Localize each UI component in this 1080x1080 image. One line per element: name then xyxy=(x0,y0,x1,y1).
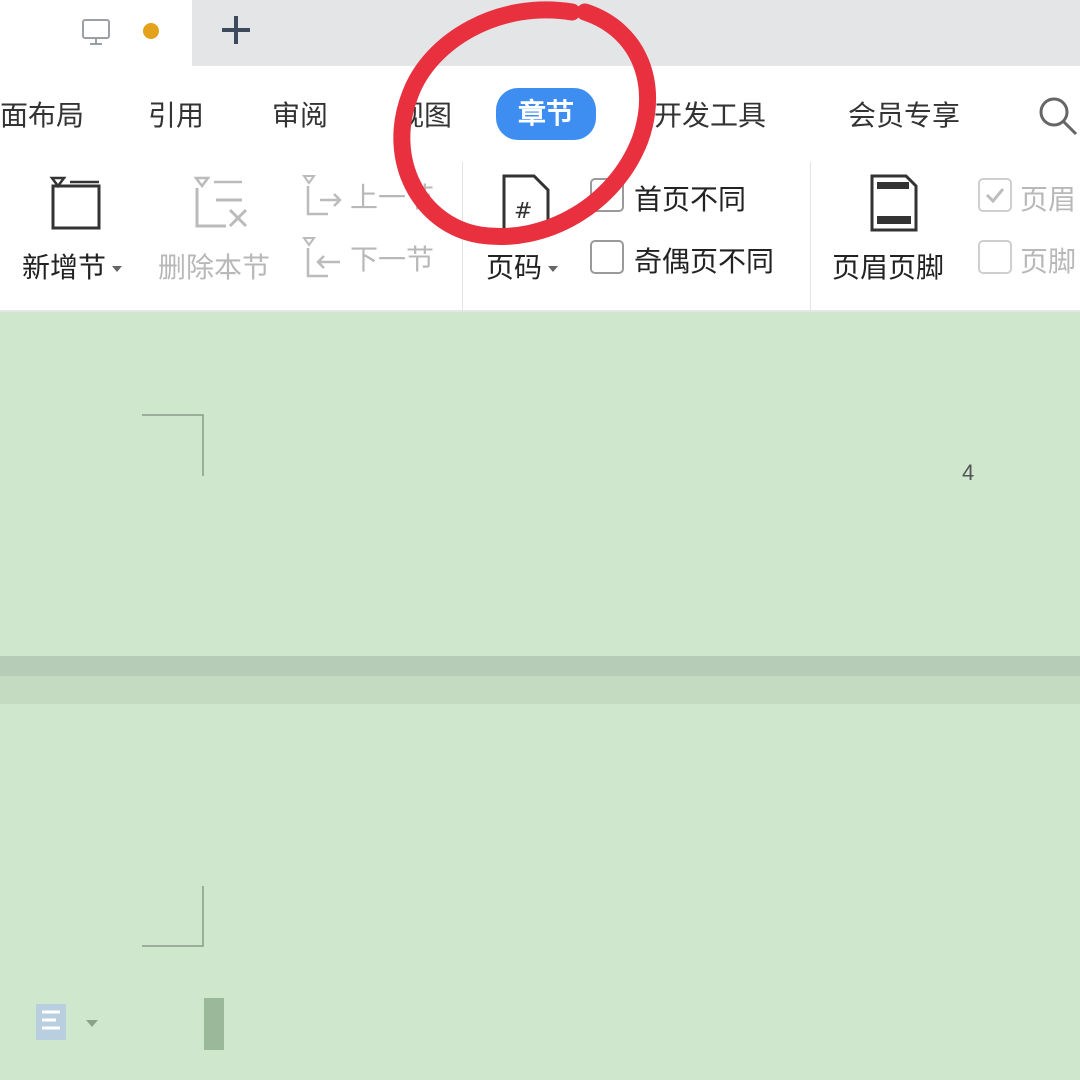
monitor-icon xyxy=(82,19,110,45)
delete-section-icon xyxy=(193,176,248,228)
divider xyxy=(462,162,463,312)
ribbon-tabs: 面布局 引用 审阅 视图 章节 开发工具 会员专享 xyxy=(0,66,1080,162)
first-page-different-checkbox[interactable] xyxy=(590,178,624,212)
unsaved-indicator-dot xyxy=(143,23,159,39)
tab-view[interactable]: 视图 xyxy=(396,96,452,136)
first-page-different-option[interactable]: 首页不同 xyxy=(590,176,790,220)
paragraph-layout-icon[interactable] xyxy=(34,1002,70,1042)
svg-text:#: # xyxy=(514,199,532,224)
search-icon[interactable] xyxy=(1036,94,1080,138)
tab-member[interactable]: 会员专享 xyxy=(848,96,960,136)
chevron-down-icon xyxy=(548,266,559,272)
tab-review[interactable]: 审阅 xyxy=(272,96,328,136)
chevron-down-icon[interactable] xyxy=(86,1020,98,1027)
next-section-button[interactable]: 下一节 xyxy=(300,234,450,290)
page-number-button[interactable]: # 页码 xyxy=(482,162,578,312)
header-footer-icon xyxy=(870,174,918,232)
divider xyxy=(810,162,811,312)
new-section-button[interactable]: 新增节 xyxy=(20,162,140,312)
new-section-label: 新增节 xyxy=(22,251,107,284)
tab-developer[interactable]: 开发工具 xyxy=(654,96,766,136)
footer-option[interactable]: 页脚 xyxy=(978,238,1080,282)
tab-references[interactable]: 引用 xyxy=(148,96,204,136)
header-option[interactable]: 页眉 xyxy=(978,176,1080,220)
text-cursor xyxy=(204,998,224,1050)
next-section-label: 下一节 xyxy=(350,243,435,276)
delete-section-label: 删除本节 xyxy=(158,251,271,284)
odd-even-different-label: 奇偶页不同 xyxy=(634,245,775,278)
prev-section-button[interactable]: 上一节 xyxy=(300,172,450,228)
check-icon xyxy=(985,188,1005,204)
ribbon-toolbar: 新增节 删除本节 上一节 下一节 # 页码 首页不同 奇偶页不同 页眉页脚 页眉… xyxy=(0,162,1080,312)
footer-label: 页脚 xyxy=(1020,245,1077,278)
first-page-different-label: 首页不同 xyxy=(634,183,747,216)
tab-page-layout[interactable]: 面布局 xyxy=(0,96,84,136)
header-footer-label: 页眉页脚 xyxy=(832,251,945,284)
header-label: 页眉 xyxy=(1020,183,1077,216)
page-separator-shadow xyxy=(0,676,1080,704)
page-number-text: 4 xyxy=(962,460,975,485)
page-number-icon: # xyxy=(502,174,550,232)
footer-checkbox[interactable] xyxy=(978,240,1012,274)
document-canvas[interactable]: 4 xyxy=(0,312,1080,1080)
odd-even-different-option[interactable]: 奇偶页不同 xyxy=(590,238,800,282)
page-number-label: 页码 xyxy=(486,251,543,284)
document-tab[interactable] xyxy=(0,0,192,66)
prev-section-label: 上一节 xyxy=(350,181,435,214)
next-section-icon xyxy=(302,237,340,278)
window-tab-bar xyxy=(0,0,1080,66)
tab-section[interactable]: 章节 xyxy=(496,88,597,140)
header-checkbox[interactable] xyxy=(978,178,1012,212)
new-section-icon xyxy=(49,176,101,230)
odd-even-different-checkbox[interactable] xyxy=(590,240,624,274)
prev-section-icon xyxy=(302,175,342,216)
plus-icon[interactable] xyxy=(216,10,256,50)
delete-section-button[interactable]: 删除本节 xyxy=(158,162,288,312)
header-footer-button[interactable]: 页眉页脚 xyxy=(828,162,962,312)
page-corner-mark-bottom xyxy=(142,886,204,947)
page-corner-mark-top xyxy=(142,414,204,476)
chevron-down-icon xyxy=(112,266,123,272)
